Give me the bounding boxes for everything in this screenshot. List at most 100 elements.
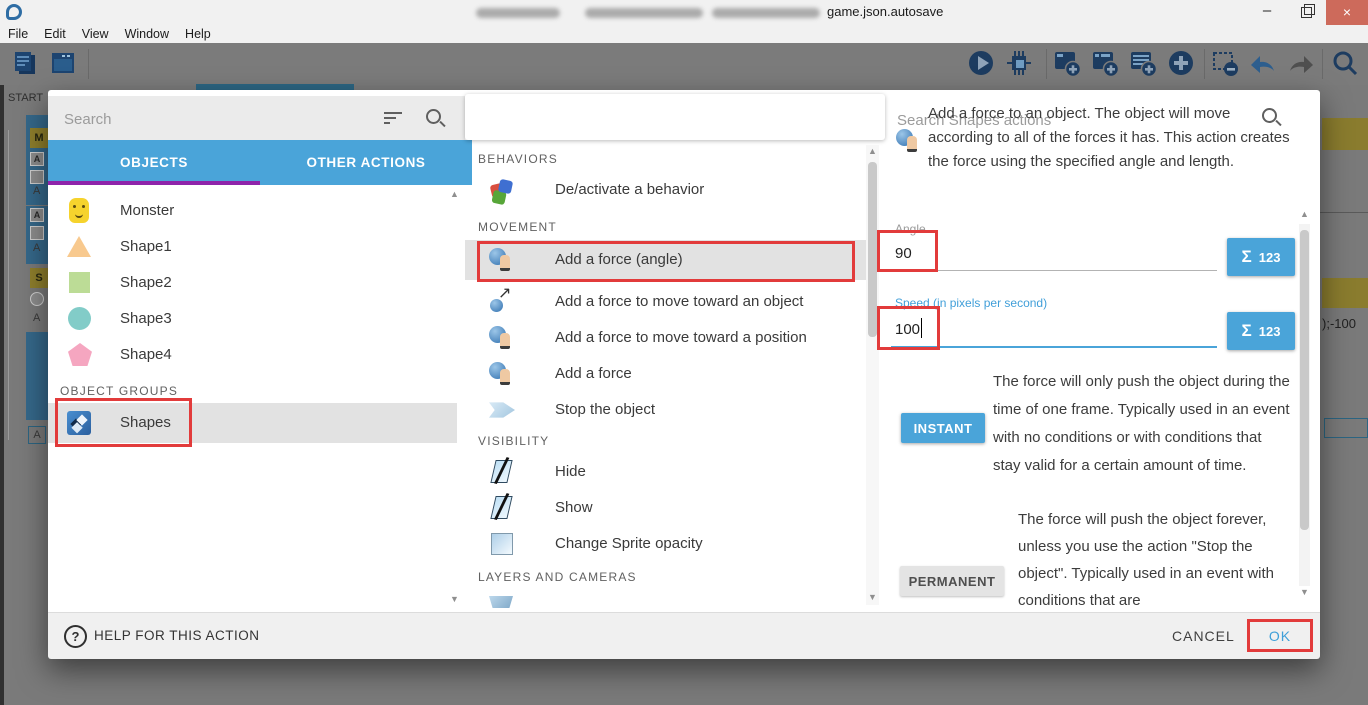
action-item-stop-object[interactable]: Stop the object [465, 394, 869, 426]
add-scene-button[interactable] [1052, 48, 1082, 78]
tab-objects[interactable]: OBJECTS [48, 140, 260, 185]
speed-underline [891, 346, 1217, 348]
menu-window[interactable]: Window [125, 27, 169, 41]
cancel-button[interactable]: CANCEL [1172, 613, 1235, 659]
scroll-up-icon[interactable]: ▲ [450, 190, 459, 199]
action-label: Add a force [555, 358, 632, 390]
list-item-monster[interactable]: Monster [48, 196, 457, 226]
action-label: Stop the object [555, 394, 655, 426]
remove-button[interactable] [1210, 48, 1240, 78]
numbers-icon: 123 [1259, 324, 1281, 339]
action-item-force-toward-position[interactable]: Add a force to move toward a position [465, 322, 869, 354]
list-item-shape2[interactable]: Shape2 [48, 268, 457, 298]
params-scrollbar[interactable]: ▲ ▼ [1297, 210, 1311, 602]
project-manager-icon[interactable] [10, 48, 40, 78]
toolbar-separator [1204, 49, 1205, 79]
active-tab-indicator [48, 181, 260, 185]
restore-button[interactable] [1292, 0, 1322, 25]
action-label: Show [555, 492, 593, 524]
background-selected-field-fragment [1324, 418, 1368, 438]
force-toward-object-icon: ↗ [489, 289, 515, 315]
menu-help[interactable]: Help [185, 27, 211, 41]
action-item-hide[interactable]: Hide [465, 456, 869, 488]
force-icon [489, 361, 515, 387]
monster-object-icon [69, 198, 89, 223]
background-comment-row-right [1322, 118, 1368, 150]
menu-view[interactable]: View [82, 27, 109, 41]
scroll-up-icon[interactable]: ▲ [1300, 210, 1309, 219]
action-item-add-force-angle[interactable]: Add a force (angle) [465, 240, 869, 280]
list-item-shape1[interactable]: Shape1 [48, 232, 457, 262]
speed-input[interactable] [893, 316, 1047, 342]
action-item-show[interactable]: Show [465, 492, 869, 524]
add-new-button[interactable] [1166, 48, 1196, 78]
action-item-change-opacity[interactable]: Change Sprite opacity [465, 528, 869, 560]
group-name: Shapes [120, 403, 171, 443]
hide-icon [490, 460, 512, 483]
scrollbar-thumb[interactable] [1300, 230, 1309, 530]
object-name: Shape3 [120, 304, 172, 334]
angle-expression-button[interactable]: Σ 123 [1227, 238, 1295, 276]
help-link[interactable]: HELP FOR THIS ACTION [94, 613, 260, 659]
play-preview-button[interactable] [966, 48, 996, 78]
toolbar-separator [1322, 49, 1323, 79]
numbers-icon: 123 [1259, 250, 1281, 265]
background-object-chip [30, 226, 44, 240]
scroll-up-icon[interactable]: ▲ [868, 147, 877, 156]
background-event-connector [8, 130, 9, 440]
list-item-shape4[interactable]: Shape4 [48, 340, 457, 370]
gdevelop-logo-icon [6, 4, 22, 20]
sigma-icon: Σ [1242, 247, 1252, 267]
list-item-shapes-group[interactable]: Shapes [48, 403, 457, 443]
toolbar-separator [1046, 49, 1047, 79]
dialog-footer: ? HELP FOR THIS ACTION CANCEL OK [48, 612, 1320, 659]
add-external-layout-button[interactable] [1128, 48, 1158, 78]
action-label: Add a force to move toward an object [555, 286, 803, 318]
scrollbar-thumb[interactable] [868, 162, 877, 337]
angle-input[interactable] [893, 240, 1047, 266]
app-window: game.json.autosave – × File Edit View Wi… [0, 0, 1368, 705]
close-button[interactable]: × [1326, 0, 1368, 25]
object-tabs: OBJECTS OTHER ACTIONS [48, 140, 472, 185]
background-text-object-chip: A [30, 208, 44, 222]
sigma-icon: Σ [1242, 321, 1252, 341]
redo-button[interactable] [1286, 48, 1316, 78]
scene-window-icon[interactable] [48, 48, 78, 78]
ok-button[interactable]: OK [1247, 620, 1313, 652]
scroll-down-icon[interactable]: ▼ [450, 595, 459, 604]
action-editor-dialog: OBJECTS OTHER ACTIONS Monster Shape1 Sha… [48, 90, 1320, 658]
background-comment-row: S [30, 268, 48, 288]
object-search-input[interactable] [56, 96, 366, 142]
instant-button[interactable]: INSTANT [901, 413, 985, 443]
background-timer-chip [30, 292, 44, 306]
force-icon [489, 247, 515, 273]
filter-icon[interactable] [384, 112, 402, 127]
permanent-button[interactable]: PERMANENT [900, 566, 1004, 596]
minimize-button[interactable]: – [1250, 0, 1284, 25]
layers-cameras-header: LAYERS AND CAMERAS [478, 570, 637, 584]
action-item-force-toward-object[interactable]: ↗ Add a force to move toward an object [465, 286, 869, 318]
behaviors-header: BEHAVIORS [478, 152, 558, 166]
scroll-down-icon[interactable]: ▼ [868, 593, 877, 602]
tab-other-actions[interactable]: OTHER ACTIONS [260, 140, 472, 185]
scroll-down-icon[interactable]: ▼ [1300, 588, 1309, 597]
menu-edit[interactable]: Edit [44, 27, 66, 41]
show-icon [490, 496, 512, 519]
triangle-object-icon [67, 236, 91, 257]
list-item-shape3[interactable]: Shape3 [48, 304, 457, 334]
help-icon[interactable]: ? [64, 625, 87, 648]
debug-button[interactable] [1004, 48, 1034, 78]
action-item-add-force[interactable]: Add a force [465, 358, 869, 390]
action-item-deactivate-behavior[interactable]: De/activate a behavior [465, 174, 869, 206]
search-icon[interactable] [426, 109, 441, 124]
speed-expression-button[interactable]: Σ 123 [1227, 312, 1295, 350]
actions-scrollbar[interactable]: ▲ ▼ [866, 145, 879, 605]
instant-description: The force will only push the object duri… [993, 368, 1293, 480]
object-search-box [48, 96, 465, 140]
redacted-title-segment [476, 8, 560, 18]
search-toolbar-button[interactable] [1330, 48, 1360, 78]
background-action-fragment: A [33, 312, 40, 324]
menu-file[interactable]: File [8, 27, 28, 41]
add-external-events-button[interactable] [1090, 48, 1120, 78]
undo-button[interactable] [1248, 48, 1278, 78]
